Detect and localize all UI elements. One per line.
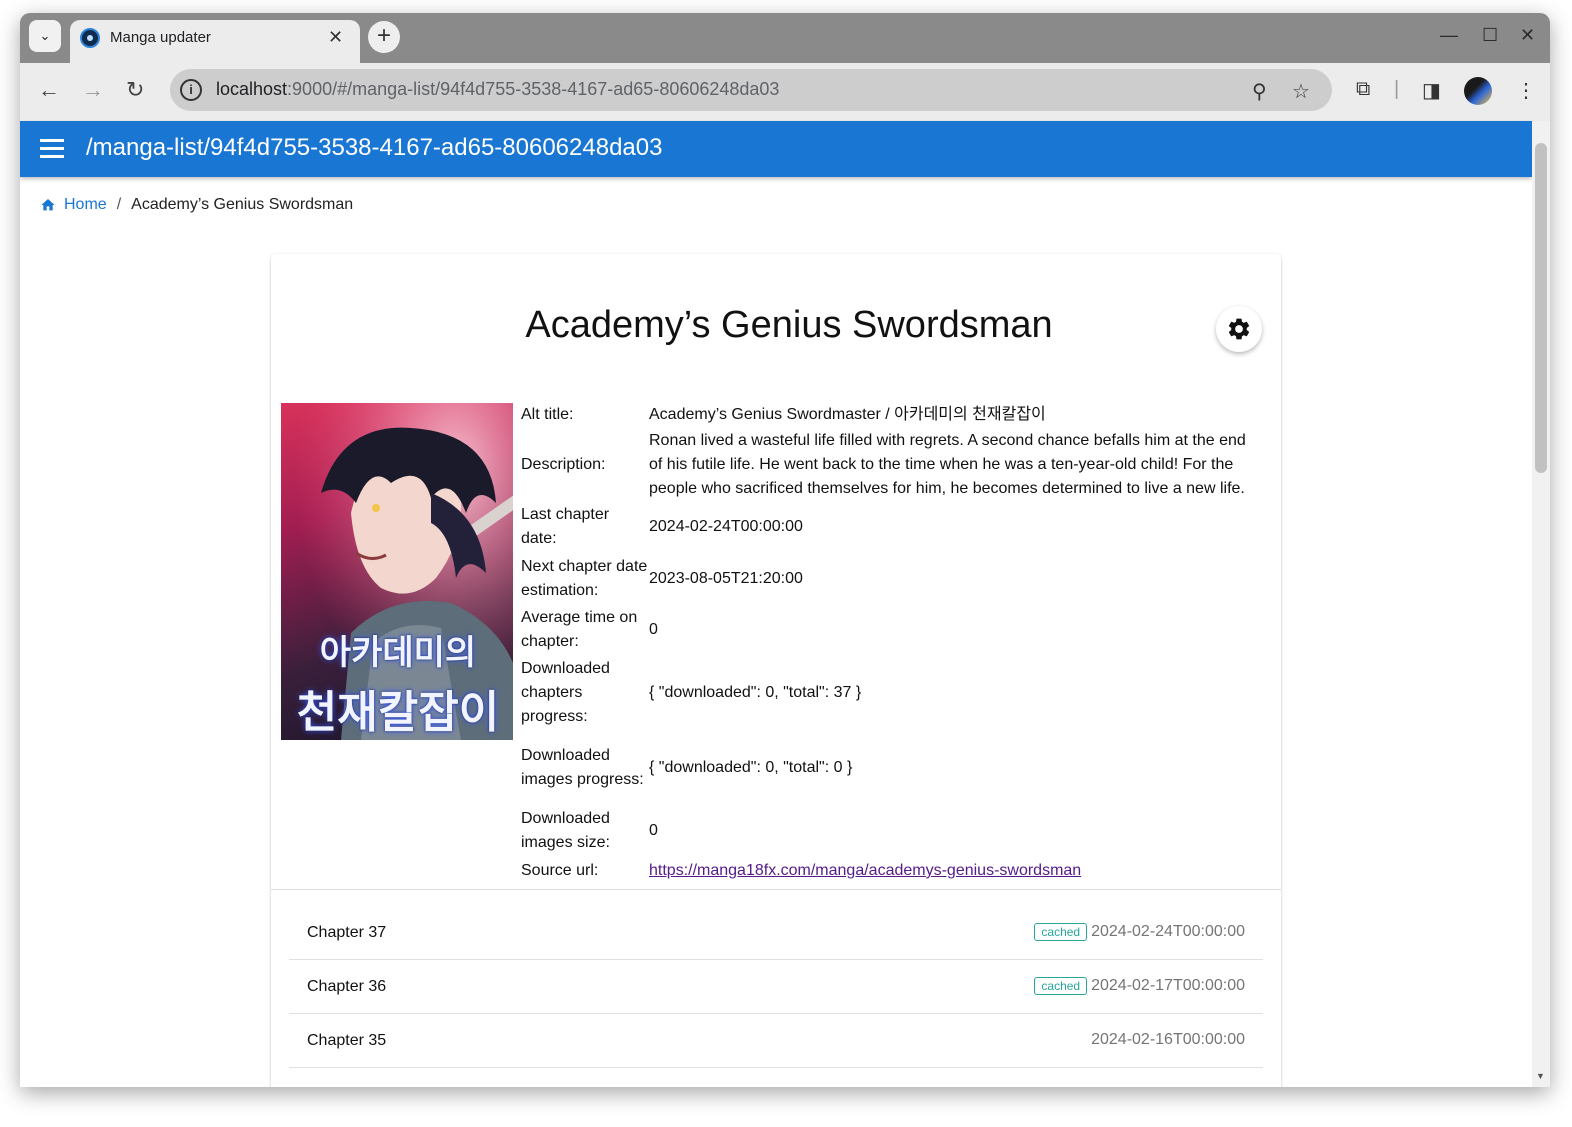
tab-title: Manga updater bbox=[110, 29, 211, 46]
detail-row-alt-title: Alt title: Academy’s Genius Swordmaster … bbox=[521, 401, 1261, 429]
home-icon[interactable] bbox=[40, 197, 56, 213]
detail-row-images-progress: Downloaded images progress: { "downloade… bbox=[521, 731, 1261, 805]
browser-toolbar: ← → ↻ i localhost:9000/#/manga-list/94f4… bbox=[20, 63, 1550, 121]
detail-row-last-chapter-date: Last chapter date: 2024-02-24T00:00:00 bbox=[521, 501, 1261, 553]
address-bar[interactable]: i localhost:9000/#/manga-list/94f4d755-3… bbox=[170, 69, 1332, 111]
chapter-date: 2024-02-17T00:00:00 bbox=[1091, 977, 1245, 994]
url-text[interactable]: localhost:9000/#/manga-list/94f4d755-353… bbox=[216, 79, 779, 100]
detail-label: Alt title: bbox=[521, 406, 574, 423]
detail-value: 2024-02-24T00:00:00 bbox=[649, 518, 803, 535]
detail-label: Downloaded chapters progress: bbox=[521, 660, 610, 725]
detail-row-average-time: Average time on chapter: 0 bbox=[521, 604, 1261, 655]
breadcrumb: Home / Academy’s Genius Swordsman bbox=[40, 196, 353, 214]
detail-value: 2023-08-05T21:20:00 bbox=[649, 569, 803, 587]
manga-cover-image: 아카데미의 천재칼잡이 bbox=[281, 403, 513, 740]
more-menu-icon[interactable]: ⋮ bbox=[1516, 78, 1536, 103]
app-favicon-icon bbox=[80, 28, 100, 48]
side-panel-icon[interactable]: ◨ bbox=[1422, 78, 1441, 103]
forward-icon[interactable]: → bbox=[82, 77, 104, 103]
detail-value: 0 bbox=[649, 822, 658, 839]
manga-card: Academy’s Genius Swordsman 아카데미의 천재칼잡이 A… bbox=[271, 254, 1281, 1087]
detail-label: Source url: bbox=[521, 862, 599, 879]
chapter-name: Chapter 36 bbox=[307, 978, 387, 995]
hamburger-menu-icon[interactable] bbox=[40, 139, 64, 159]
close-tab-icon[interactable]: ✕ bbox=[328, 27, 343, 48]
gear-icon bbox=[1228, 318, 1250, 340]
scrollbar-thumb[interactable] bbox=[1535, 143, 1547, 473]
chapter-name: Chapter 37 bbox=[307, 924, 387, 941]
manga-details: Alt title: Academy’s Genius Swordmaster … bbox=[521, 401, 1261, 885]
detail-row-chapters-progress: Downloaded chapters progress: { "downloa… bbox=[521, 655, 1261, 731]
bookmark-star-icon[interactable]: ☆ bbox=[1292, 79, 1310, 104]
page-scrollbar[interactable]: ▼ bbox=[1532, 121, 1550, 1087]
detail-value: { "downloaded": 0, "total": 37 } bbox=[649, 684, 862, 701]
breadcrumb-current: Academy’s Genius Swordsman bbox=[131, 196, 354, 213]
header-title: /manga-list/94f4d755-3538-4167-ad65-8060… bbox=[86, 134, 663, 161]
chapter-date: 2024-02-24T00:00:00 bbox=[1091, 923, 1245, 940]
source-url-link[interactable]: https://manga18fx.com/manga/academys-gen… bbox=[649, 862, 1081, 879]
browser-tab[interactable]: Manga updater ✕ bbox=[70, 20, 360, 63]
detail-label: Average time on chapter: bbox=[521, 608, 638, 650]
detail-value: 0 bbox=[649, 620, 658, 638]
chevron-down-icon: ⌄ bbox=[39, 28, 51, 43]
chapter-list: Chapter 37 cached 2024-02-24T00:00:00 Ch… bbox=[289, 906, 1263, 1068]
chapter-item[interactable]: Chapter 36 cached 2024-02-17T00:00:00 bbox=[289, 960, 1263, 1014]
chapter-date: 2024-02-16T00:00:00 bbox=[1091, 1031, 1245, 1048]
detail-label: Downloaded images progress: bbox=[521, 747, 644, 788]
settings-button[interactable] bbox=[1216, 306, 1262, 352]
cached-badge: cached bbox=[1034, 923, 1088, 941]
detail-row-description: Description: Ronan lived a wasteful life… bbox=[521, 429, 1261, 501]
extensions-icon[interactable]: ⧉ bbox=[1356, 78, 1370, 101]
tab-search-button[interactable]: ⌄ bbox=[29, 20, 61, 52]
breadcrumb-home-link[interactable]: Home bbox=[64, 196, 107, 214]
scroll-down-arrow-icon[interactable]: ▼ bbox=[1536, 1071, 1545, 1081]
maximize-icon[interactable]: ☐ bbox=[1482, 25, 1498, 46]
detail-label: Next chapter date estimation: bbox=[521, 557, 648, 599]
zoom-icon[interactable]: ⚲ bbox=[1252, 79, 1267, 104]
breadcrumb-separator: / bbox=[116, 196, 122, 213]
toolbar-divider: | bbox=[1394, 78, 1400, 100]
cached-badge: cached bbox=[1034, 977, 1088, 995]
detail-label: Description: bbox=[521, 456, 606, 473]
chapter-item[interactable]: Chapter 35 2024-02-16T00:00:00 bbox=[289, 1014, 1263, 1068]
detail-label: Last chapter date: bbox=[521, 506, 610, 547]
profile-avatar[interactable] bbox=[1464, 77, 1492, 105]
site-info-icon[interactable]: i bbox=[180, 79, 202, 101]
detail-value: Academy’s Genius Swordmaster / 아카데미의 천재칼… bbox=[649, 406, 1046, 423]
section-divider bbox=[271, 889, 1281, 890]
detail-value: { "downloaded": 0, "total": 0 } bbox=[649, 759, 853, 776]
detail-value: Ronan lived a wasteful life filled with … bbox=[649, 432, 1246, 497]
cover-title-line2: 천재칼잡이 bbox=[296, 688, 500, 737]
app-header: /manga-list/94f4d755-3538-4167-ad65-8060… bbox=[20, 121, 1532, 177]
manga-title: Academy’s Genius Swordsman bbox=[525, 304, 1053, 346]
cover-title-line1: 아카데미의 bbox=[319, 634, 477, 672]
browser-window: ⌄ Manga updater ✕ + — ☐ ✕ ← → ↻ i localh… bbox=[20, 13, 1550, 1087]
detail-row-images-size: Downloaded images size: 0 bbox=[521, 805, 1261, 857]
detail-row-next-chapter-estimation: Next chapter date estimation: 2023-08-05… bbox=[521, 553, 1261, 604]
tab-strip: ⌄ Manga updater ✕ + — ☐ ✕ bbox=[20, 13, 1550, 63]
new-tab-button[interactable]: + bbox=[368, 21, 400, 53]
detail-label: Downloaded images size: bbox=[521, 810, 610, 851]
back-icon[interactable]: ← bbox=[38, 77, 60, 103]
reload-icon[interactable]: ↻ bbox=[126, 77, 144, 103]
close-window-icon[interactable]: ✕ bbox=[1520, 25, 1535, 46]
detail-row-source-url: Source url: https://manga18fx.com/manga/… bbox=[521, 857, 1261, 885]
minimize-icon[interactable]: — bbox=[1440, 25, 1458, 46]
chapter-name: Chapter 35 bbox=[307, 1032, 387, 1049]
chapter-item[interactable]: Chapter 37 cached 2024-02-24T00:00:00 bbox=[289, 906, 1263, 960]
